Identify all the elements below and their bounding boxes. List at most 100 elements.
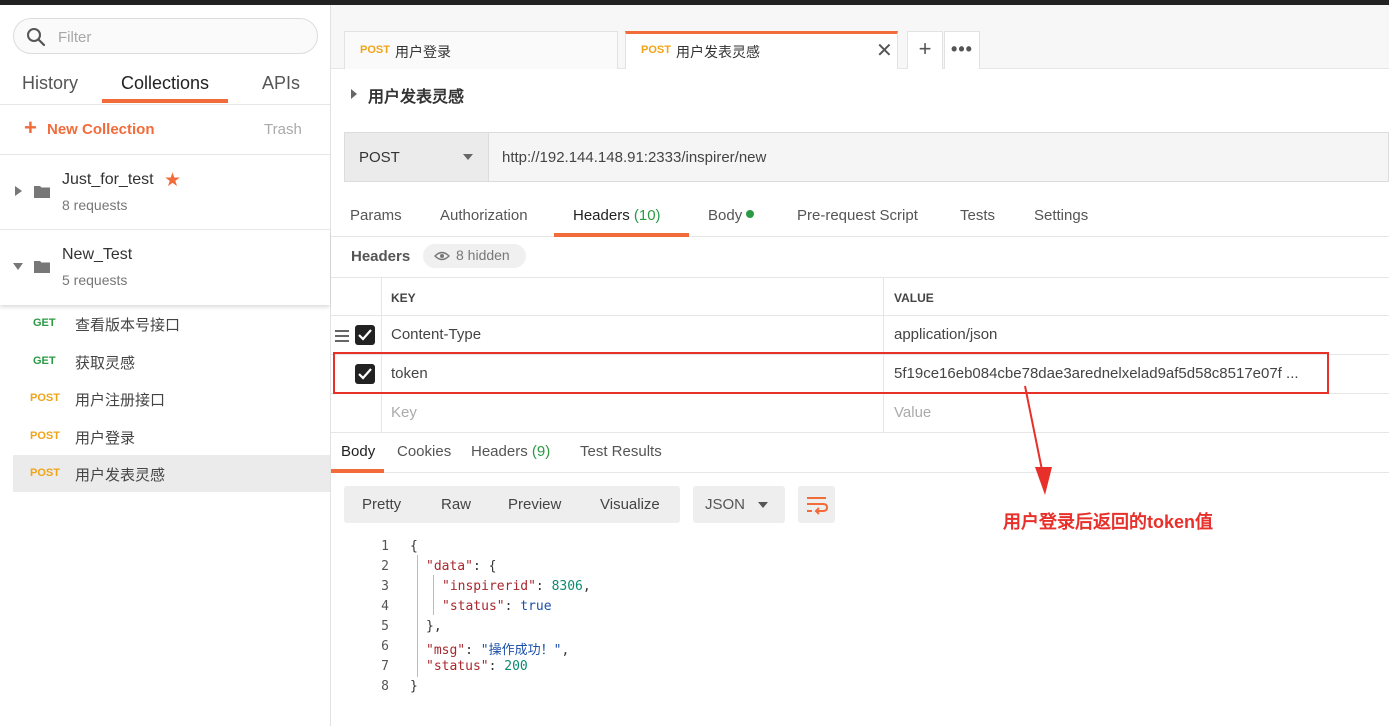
code-line: }: [410, 679, 418, 694]
method-badge: GET: [33, 317, 56, 329]
view-visualize[interactable]: Visualize: [600, 496, 660, 513]
tab-history[interactable]: History: [22, 73, 78, 94]
format-select[interactable]: JSON: [693, 486, 785, 523]
url-input[interactable]: http://192.144.148.91:2333/inspirer/new: [502, 149, 766, 166]
status-dot-icon: [746, 210, 755, 218]
filter-input[interactable]: [58, 26, 298, 48]
tab-tests[interactable]: Tests: [960, 207, 995, 224]
main-panel: POST 用户登录 POST 用户发表灵感 ✕ + ••• 用户发表灵感 POS…: [331, 5, 1389, 726]
request-name: 用户发表灵感: [75, 467, 166, 484]
collection-count: 5 requests: [62, 272, 128, 288]
format-value: JSON: [705, 496, 746, 513]
wrap-lines-button[interactable]: [798, 486, 835, 523]
hidden-headers-toggle[interactable]: 8 hidden: [423, 244, 526, 268]
tab-apis[interactable]: APIs: [262, 73, 300, 94]
tab-authorization[interactable]: Authorization: [440, 207, 528, 224]
trash-button[interactable]: Trash: [264, 121, 302, 138]
json-number: 200: [504, 659, 528, 674]
tab-response-headers-count: (9): [531, 443, 551, 460]
request-item[interactable]: GET 获取灵感: [13, 343, 330, 380]
new-collection-button[interactable]: New Collection: [47, 121, 155, 138]
more-icon[interactable]: •••: [944, 31, 980, 69]
caret-down-icon[interactable]: [13, 263, 23, 270]
indent-guide: [433, 575, 434, 615]
line-number: 3: [381, 579, 389, 594]
tab-params[interactable]: Params: [350, 207, 402, 224]
key-cell[interactable]: Content-Type: [381, 316, 884, 354]
view-preview[interactable]: Preview: [508, 496, 561, 513]
response-body-code: 1 2 3 4 5 6 7 8 { "data": { "inspirerid"…: [331, 537, 1031, 707]
annotation-text: 用户登录后返回的token值: [1003, 512, 1214, 532]
method-badge: POST: [30, 392, 60, 404]
code-line: "msg": "操作成功！",: [426, 643, 570, 658]
new-tab-button[interactable]: +: [907, 31, 943, 69]
method-value: POST: [359, 149, 400, 166]
table-row: Content-Type application/json: [331, 316, 1389, 355]
json-key: "status": [426, 659, 489, 674]
collection-new-test[interactable]: New_Test 5 requests: [0, 230, 330, 305]
json-key: "data": [426, 559, 473, 574]
request-tab-bar: POST 用户登录 POST 用户发表灵感 ✕ + •••: [331, 5, 1389, 69]
tab-cookies[interactable]: Cookies: [397, 443, 451, 460]
value-placeholder: Value: [894, 404, 932, 421]
filter-box[interactable]: [13, 18, 318, 54]
key-cell[interactable]: Key: [381, 394, 884, 432]
header-checkbox[interactable]: [355, 325, 375, 345]
tab-collections[interactable]: Collections: [121, 73, 209, 94]
chevron-down-icon: [463, 154, 473, 160]
key-placeholder: Key: [391, 404, 417, 421]
tab-test-results[interactable]: Test Results: [580, 443, 662, 460]
response-tabs: Body Cookies Headers (9) Test Results: [331, 432, 1389, 473]
tab-title: 用户登录: [395, 44, 451, 60]
key-column-header: KEY: [381, 278, 884, 316]
new-collection-bar: + New Collection Trash: [0, 105, 330, 155]
code-line: "data": {: [426, 559, 497, 574]
tab-response-headers[interactable]: Headers (9): [471, 443, 550, 460]
method-badge: GET: [33, 355, 56, 367]
plus-icon[interactable]: +: [24, 117, 37, 139]
view-pretty[interactable]: Pretty: [362, 496, 401, 513]
indent-guide: [417, 555, 418, 677]
json-key: "inspirerid": [442, 579, 536, 594]
collection-name: New_Test: [62, 246, 133, 263]
value-cell[interactable]: Value: [885, 394, 1389, 432]
request-item[interactable]: POST 用户登录: [13, 418, 330, 455]
line-number: 7: [381, 659, 389, 674]
request-tab-active[interactable]: POST 用户发表灵感 ✕: [625, 31, 898, 69]
request-name: 查看版本号接口: [75, 317, 181, 334]
drag-handle-icon[interactable]: [335, 330, 349, 342]
active-tab-indicator: [102, 99, 228, 103]
tab-settings[interactable]: Settings: [1034, 207, 1088, 224]
checkmark-icon: [358, 329, 372, 341]
request-item[interactable]: GET 查看版本号接口: [13, 305, 330, 342]
value-column-label: VALUE: [894, 291, 934, 305]
tab-prerequest-script[interactable]: Pre-request Script: [797, 207, 918, 224]
request-item-active[interactable]: POST 用户发表灵感: [13, 455, 330, 492]
view-raw[interactable]: Raw: [441, 496, 471, 513]
tab-headers[interactable]: Headers (10): [573, 207, 661, 224]
json-key: "status": [442, 599, 505, 614]
active-subtab-indicator: [554, 233, 689, 237]
caret-right-icon[interactable]: [15, 186, 22, 196]
value-cell[interactable]: application/json: [885, 316, 1389, 354]
close-icon[interactable]: ✕: [876, 38, 893, 63]
request-name: 用户注册接口: [75, 392, 166, 409]
token-highlight-box: [333, 352, 1329, 394]
folder-icon: [34, 261, 50, 273]
code-line: "status": 200: [426, 659, 528, 674]
json-number: 8306: [551, 579, 583, 594]
tab-response-body[interactable]: Body: [341, 443, 375, 460]
json-boolean: true: [520, 599, 552, 614]
request-item[interactable]: POST 用户注册接口: [13, 380, 330, 417]
collection-just-for-test[interactable]: Just_for_test ★ 8 requests: [0, 155, 330, 230]
collection-name: Just_for_test: [62, 171, 154, 188]
hidden-count: 8 hidden: [456, 247, 510, 263]
tab-body[interactable]: Body: [708, 207, 755, 224]
active-response-tab-indicator: [331, 469, 384, 473]
method-select[interactable]: POST: [345, 133, 489, 181]
star-icon[interactable]: ★: [164, 169, 181, 192]
caret-right-icon[interactable]: [351, 89, 357, 99]
collection-count: 8 requests: [62, 197, 128, 213]
request-tab[interactable]: POST 用户登录: [344, 31, 618, 69]
sidebar-tabs: History Collections APIs: [0, 65, 330, 105]
